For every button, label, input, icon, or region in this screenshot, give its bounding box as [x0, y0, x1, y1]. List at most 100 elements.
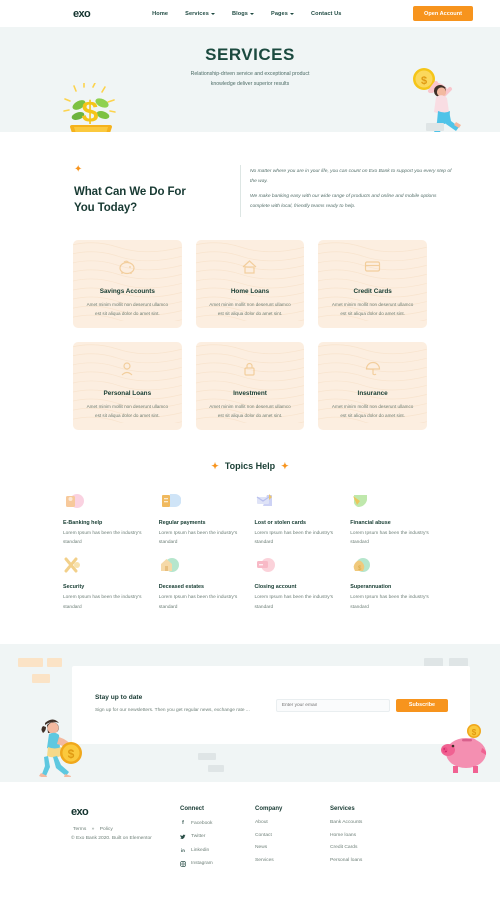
person-icon — [117, 359, 137, 379]
footer-link-twitter[interactable]: Twitter — [180, 834, 255, 840]
topic-item-deceased-estates[interactable]: Deceased estates Lorem Ipsum has been th… — [159, 556, 246, 612]
service-cards-grid: Savings Accounts Amet minim mollit non d… — [0, 217, 500, 430]
chevron-down-icon — [249, 13, 254, 15]
policy-link[interactable]: Policy — [100, 827, 113, 832]
facebook-icon: f — [182, 820, 184, 827]
footer-link-linkedin[interactable]: in Linkedin — [180, 847, 255, 853]
intro-paragraph-2: We make banking easy with our wide range… — [250, 194, 437, 209]
nav-item-contact-us[interactable]: Contact Us — [311, 11, 342, 17]
topic-title: Superannuation — [350, 584, 392, 591]
intro-paragraph-1: No matter where you are in your life, yo… — [250, 169, 452, 184]
svg-text:$: $ — [68, 747, 75, 761]
nav-item-pages[interactable]: Pages — [271, 11, 294, 17]
service-card-personal-loans[interactable]: Personal Loans Amet minim mollit non des… — [73, 341, 182, 430]
money-bag-icon: $ — [350, 556, 372, 578]
key-icon — [63, 556, 85, 578]
nav-item-home[interactable]: Home — [152, 11, 168, 17]
card-text: Amet minim mollit non deserunt ullamco e… — [209, 301, 291, 316]
piggy-bank-illustration: $ — [440, 719, 490, 780]
card-title: Investment — [233, 389, 267, 397]
topic-title: E-Banking help — [63, 519, 103, 526]
topic-title: Security — [63, 584, 85, 591]
person-running-with-coin-illustration: $ — [38, 715, 84, 782]
money-plant-illustration: $ — [62, 82, 122, 132]
card-text: Amet minim mollit non deserunt ullamco e… — [331, 301, 414, 316]
email-input[interactable] — [275, 698, 390, 712]
service-card-insurance[interactable]: Insurance Amet minim mollit non deserunt… — [318, 341, 427, 430]
footer-link-contact[interactable]: Contact — [255, 833, 330, 838]
service-card-investment[interactable]: Investment Amet minim mollit non deserun… — [195, 341, 305, 430]
topic-title: Closing account — [254, 584, 297, 591]
nav-label: Home — [152, 10, 169, 17]
intro-section: ✦ What Can We Do For You Today? No matte… — [0, 132, 500, 217]
service-card-home-loans[interactable]: Home Loans Amet minim mollit non deserun… — [195, 239, 305, 328]
nav-label: Services — [185, 10, 209, 17]
topic-text: Lorem Ipsum has been the industry's stan… — [158, 530, 238, 545]
footer-link-services[interactable]: Services — [255, 858, 330, 863]
topics-heading-text: Topics Help — [224, 461, 276, 472]
subscribe-button[interactable]: Subscribe — [395, 698, 448, 712]
topic-item-financial-abuse[interactable]: Financial abuse Lorem Ipsum has been the… — [350, 492, 437, 548]
intro-left: ✦ What Can We Do For You Today? — [28, 165, 218, 217]
nav-item-blogs[interactable]: Blogs — [232, 11, 254, 17]
site-header: exo Home Services Blogs Pages Contact Us… — [0, 0, 500, 27]
topic-item-regular-payments[interactable]: Regular payments Lorem Ipsum has been th… — [159, 492, 246, 548]
footer-link-label: Facebook — [191, 820, 213, 826]
topic-text: Lorem Ipsum has been the industry's stan… — [254, 530, 334, 545]
ebanking-icon — [63, 492, 85, 514]
footer-column-services: Services Bank Accounts Home loans Credit… — [330, 806, 362, 874]
card-text: Amet minim mollit non deserunt ullamco e… — [209, 403, 291, 418]
topic-item-e-banking-help[interactable]: E-Banking help Lorem Ipsum has been the … — [63, 492, 150, 548]
close-account-icon — [255, 556, 277, 578]
brand-logo[interactable]: exo — [73, 8, 91, 20]
footer-brand: exo Terms » Policy © Exo Bank 2020. Buil… — [28, 806, 180, 874]
topics-heading: ✦ Topics Help ✦ — [0, 461, 500, 472]
terms-link[interactable]: Terms — [73, 827, 86, 832]
topic-text: Lorem Ipsum has been the industry's stan… — [63, 530, 142, 545]
service-card-credit-cards[interactable]: Credit Cards Amet minim mollit non deser… — [318, 239, 427, 328]
svg-text:$: $ — [472, 728, 477, 737]
main-nav: Home Services Blogs Pages Contact Us — [152, 11, 341, 17]
topic-text: Lorem Ipsum has been the industry's stan… — [350, 530, 429, 545]
footer-link-news[interactable]: News — [255, 845, 330, 850]
decoration-block — [198, 753, 216, 761]
footer-legal-links: Terms » Policy — [71, 827, 180, 832]
topic-item-closing-account[interactable]: Closing account Lorem Ipsum has been the… — [255, 556, 342, 612]
footer-link-label: Instagram — [191, 861, 213, 867]
open-account-button[interactable]: Open Account — [412, 6, 473, 21]
footer-link-bank-accounts[interactable]: Bank Accounts — [330, 820, 362, 825]
footer-link-personal-loans[interactable]: Personal loans — [330, 858, 362, 863]
footer-column-company: Company About Contact News Services — [255, 806, 330, 874]
footer-link-home-loans[interactable]: Home loans — [330, 833, 362, 838]
sparkle-icon: ✦ — [74, 164, 83, 175]
topic-item-lost-or-stolen-cards[interactable]: Lost or stolen cards Lorem Ipsum has bee… — [255, 492, 342, 548]
nav-label: Blogs — [231, 10, 248, 17]
topic-item-superannuation[interactable]: $ Superannuation Lorem Ipsum has been th… — [350, 556, 437, 612]
footer-link-label: Twitter — [191, 834, 206, 840]
topic-item-security[interactable]: Security Lorem Ipsum has been the indust… — [63, 556, 150, 612]
topic-text: Lorem Ipsum has been the industry's stan… — [350, 595, 429, 610]
footer-link-instagram[interactable]: Instagram — [180, 860, 255, 867]
twitter-icon — [180, 834, 186, 840]
newsletter-description: Sign up for our newsletters. Then you ge… — [95, 708, 250, 714]
footer-link-about[interactable]: About — [255, 820, 330, 825]
topic-title: Regular payments — [158, 519, 206, 526]
linkedin-icon: in — [181, 847, 185, 853]
decoration-block — [18, 658, 43, 668]
footer-column-title: Connect — [180, 806, 204, 813]
section-heading-line-2: You Today? — [74, 202, 138, 215]
calendar-payment-icon — [159, 492, 182, 514]
topic-text: Lorem Ipsum has been the industry's stan… — [254, 595, 334, 610]
service-card-savings-accounts[interactable]: Savings Accounts Amet minim mollit non d… — [73, 239, 182, 328]
footer-link-facebook[interactable]: f Facebook — [180, 820, 255, 826]
card-title: Home Loans — [230, 287, 270, 295]
footer-link-credit-cards[interactable]: Credit Cards — [330, 845, 362, 850]
svg-text:$: $ — [82, 96, 99, 129]
copyright-text: © Exo Bank 2020. Built on Elementor — [71, 836, 152, 842]
footer-logo[interactable]: exo — [71, 806, 180, 818]
newsletter-copy: Stay up to date Sign up for our newslett… — [95, 694, 276, 715]
nav-item-services[interactable]: Services — [185, 11, 215, 17]
card-text: Amet minim mollit non deserunt ullamco e… — [86, 301, 169, 316]
footer-column-title: Services — [330, 806, 355, 813]
sparkle-icon-right: ✦ — [281, 460, 289, 471]
